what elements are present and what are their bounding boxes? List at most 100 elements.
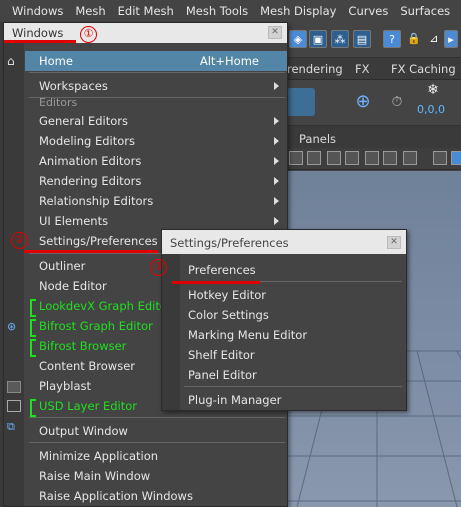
menu-item-label: Raise Main Window [39, 469, 151, 483]
shaded-cube-icon[interactable] [451, 151, 461, 165]
menubar-item-edit-mesh[interactable]: Edit Mesh [112, 4, 180, 18]
menu-item-label: Content Browser [39, 359, 135, 373]
menu-item-label: Rendering Editors [39, 174, 142, 188]
annotation-underline-3 [172, 281, 260, 284]
ik-handle-icon[interactable]: ⊕ [349, 88, 377, 116]
snap-curve-icon[interactable]: ▣ [309, 30, 327, 48]
tab-fx-caching[interactable]: FX Caching [391, 62, 456, 76]
submenu-titlebar[interactable]: Settings/Preferences ✕ [162, 230, 406, 254]
submenu-arrow-icon [274, 177, 279, 185]
menubar-item-curves[interactable]: Curves [342, 4, 394, 18]
lock-icon[interactable]: 🔒 [405, 30, 423, 48]
menu-item-home-label: Home [39, 54, 73, 68]
lookdevx-icon: ⊛ [7, 320, 17, 333]
menu-item-workspaces-label: Workspaces [39, 79, 108, 93]
menu-item-label: Bifrost Browser [39, 339, 127, 353]
shelf-tabs: rendering FX FX Caching [287, 58, 461, 80]
content-browser-icon [7, 381, 21, 393]
safe-action-icon[interactable] [383, 151, 397, 165]
menu-item-home-shortcut: Alt+Home [199, 54, 259, 68]
menu-item-label: Playblast [39, 379, 92, 393]
render-view-icon[interactable] [287, 88, 315, 116]
annotation-badge-3: ③ [150, 259, 167, 276]
menu-item-minimize-application[interactable]: Minimize Application [25, 446, 287, 466]
menubar-item-mesh[interactable]: Mesh [69, 4, 111, 18]
menu-item-animation-editors[interactable]: Animation Editors [25, 151, 287, 171]
gate-mask-icon[interactable] [345, 151, 359, 165]
submenu-item-plugin-manager[interactable]: Plug-in Manager [180, 390, 406, 410]
menubar-item-mesh-tools[interactable]: Mesh Tools [180, 4, 254, 18]
annotation-underline-2 [24, 250, 158, 253]
annotation-underline-1 [4, 40, 76, 43]
snap-point-icon[interactable]: ⁂ [331, 30, 349, 48]
menu-section-editors: Editors [39, 96, 78, 109]
shelf-row: ⊕ ⏱ ❄ 0,0,0 [287, 80, 461, 126]
menu-item-label: Relationship Editors [39, 194, 154, 208]
close-icon[interactable]: ✕ [268, 26, 282, 39]
tab-fx[interactable]: FX [355, 62, 370, 76]
submenu-item-hotkey-editor[interactable]: Hotkey Editor [180, 285, 406, 305]
menubar-item-windows[interactable]: Windows [0, 4, 69, 18]
menu-separator [184, 386, 402, 387]
snap-grid-icon[interactable]: ◈ [289, 30, 307, 48]
help-icon[interactable]: ? [383, 30, 401, 48]
menu-item-label: Bifrost Graph Editor [39, 319, 153, 333]
coordinate-readout: 0,0,0 [417, 103, 445, 116]
menu-item-label: General Editors [39, 114, 129, 128]
safe-title-icon[interactable] [403, 151, 417, 165]
submenu-arrow-icon [274, 82, 279, 90]
menu-item-label: Minimize Application [39, 449, 159, 463]
menu-item-modeling-editors[interactable]: Modeling Editors [25, 131, 287, 151]
menu-item-label: Output Window [39, 424, 128, 438]
field-chart-icon[interactable] [365, 151, 379, 165]
menu-item-label: Panel Editor [188, 368, 257, 382]
submenu-item-panel-editor[interactable]: Panel Editor [180, 365, 406, 385]
menu-item-raise-application-windows[interactable]: Raise Application Windows [25, 486, 287, 506]
menu-item-label: Settings/Preferences [39, 234, 158, 248]
grid-icon[interactable] [289, 151, 303, 165]
submenu-item-color-settings[interactable]: Color Settings [180, 305, 406, 325]
menu-item-output-window[interactable]: Output Window [25, 421, 287, 441]
menu-item-rendering-editors[interactable]: Rendering Editors [25, 171, 287, 191]
menu-item-label: Color Settings [188, 308, 269, 322]
menubar-item-surfaces[interactable]: Surfaces [394, 4, 456, 18]
close-icon[interactable]: ✕ [387, 236, 401, 249]
wireframe-cube-icon[interactable] [433, 151, 447, 165]
menubar-item-mesh-display[interactable]: Mesh Display [254, 4, 342, 18]
settings-preferences-submenu: Settings/Preferences ✕ Preferences Hotke… [161, 229, 407, 411]
submenu-item-marking-menu-editor[interactable]: Marking Menu Editor [180, 325, 406, 345]
submenu-arrow-icon [274, 117, 279, 125]
viewport-icon-bar [287, 148, 461, 170]
resolution-gate-icon[interactable] [327, 151, 341, 165]
submenu-arrow-icon [274, 157, 279, 165]
menu-item-label: Outliner [39, 259, 86, 273]
tab-rendering[interactable]: rendering [287, 62, 343, 76]
menu-item-general-editors[interactable]: General Editors [25, 111, 287, 131]
menu-item-home[interactable]: Home Alt+Home [25, 51, 287, 71]
submenu-item-shelf-editor[interactable]: Shelf Editor [180, 345, 406, 365]
status-toolbar: ◈ ▣ ⁂ ▤ ? 🔒 ⊿ ▸ [287, 22, 461, 58]
submenu-item-preferences[interactable]: Preferences [180, 260, 406, 280]
home-icon: ⌂ [7, 54, 15, 68]
panels-menu[interactable]: Panels [299, 132, 336, 146]
annotation-badge-1: ① [80, 26, 97, 43]
menu-icon-gutter: ⌂ ⊛ ⧉ [4, 43, 24, 506]
camera-icon[interactable]: ▸ [444, 30, 458, 48]
timer-icon[interactable]: ⏱ [383, 88, 411, 116]
submenu-arrow-icon [274, 217, 279, 225]
menu-item-ui-elements[interactable]: UI Elements [25, 211, 287, 231]
menu-item-label: Modeling Editors [39, 134, 135, 148]
menubar-item-deform[interactable]: De [456, 4, 461, 18]
menu-item-label: USD Layer Editor [39, 399, 137, 413]
menu-item-workspaces[interactable]: Workspaces [25, 76, 287, 96]
menu-item-label: Plug-in Manager [188, 393, 282, 407]
submenu-arrow-icon [274, 137, 279, 145]
menu-item-relationship-editors[interactable]: Relationship Editors [25, 191, 287, 211]
windows-menu-title: Windows [12, 26, 64, 40]
select-tool-icon[interactable]: ⊿ [425, 30, 443, 48]
film-gate-icon[interactable] [307, 151, 321, 165]
menu-item-raise-main-window[interactable]: Raise Main Window [25, 466, 287, 486]
menu-item-label: Shelf Editor [188, 348, 255, 362]
snap-view-icon[interactable]: ▤ [353, 30, 371, 48]
submenu-arrow-icon [274, 197, 279, 205]
